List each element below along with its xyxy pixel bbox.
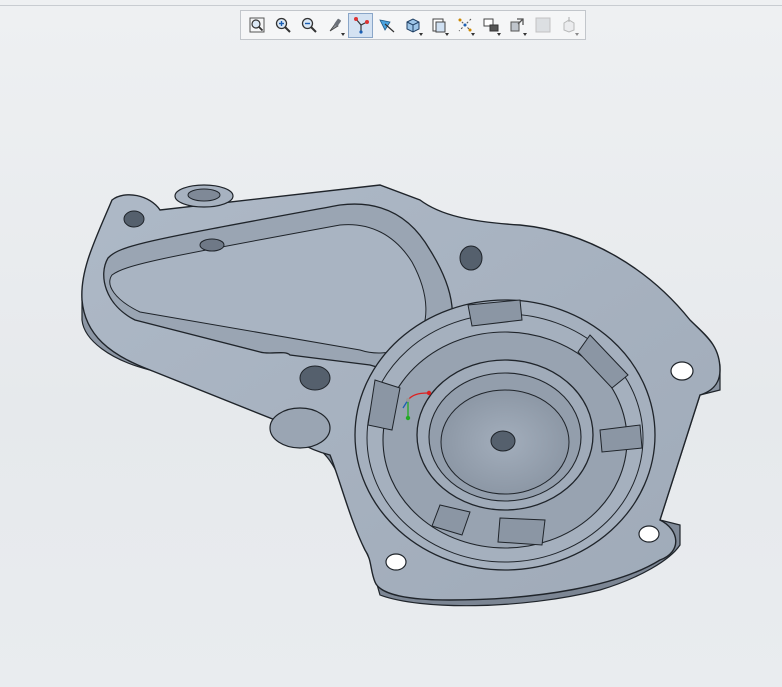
center-hole <box>490 430 516 452</box>
part-model-view[interactable] <box>0 0 782 687</box>
top-boss-hole <box>187 188 221 202</box>
lower-boss <box>269 407 331 449</box>
mount-hole <box>123 210 145 228</box>
mount-hole <box>670 361 694 381</box>
mount-hole <box>385 553 407 571</box>
pocket-small-hole <box>199 238 225 252</box>
mount-hole <box>459 245 483 271</box>
mount-hole <box>299 365 331 391</box>
mount-hole <box>638 525 660 543</box>
